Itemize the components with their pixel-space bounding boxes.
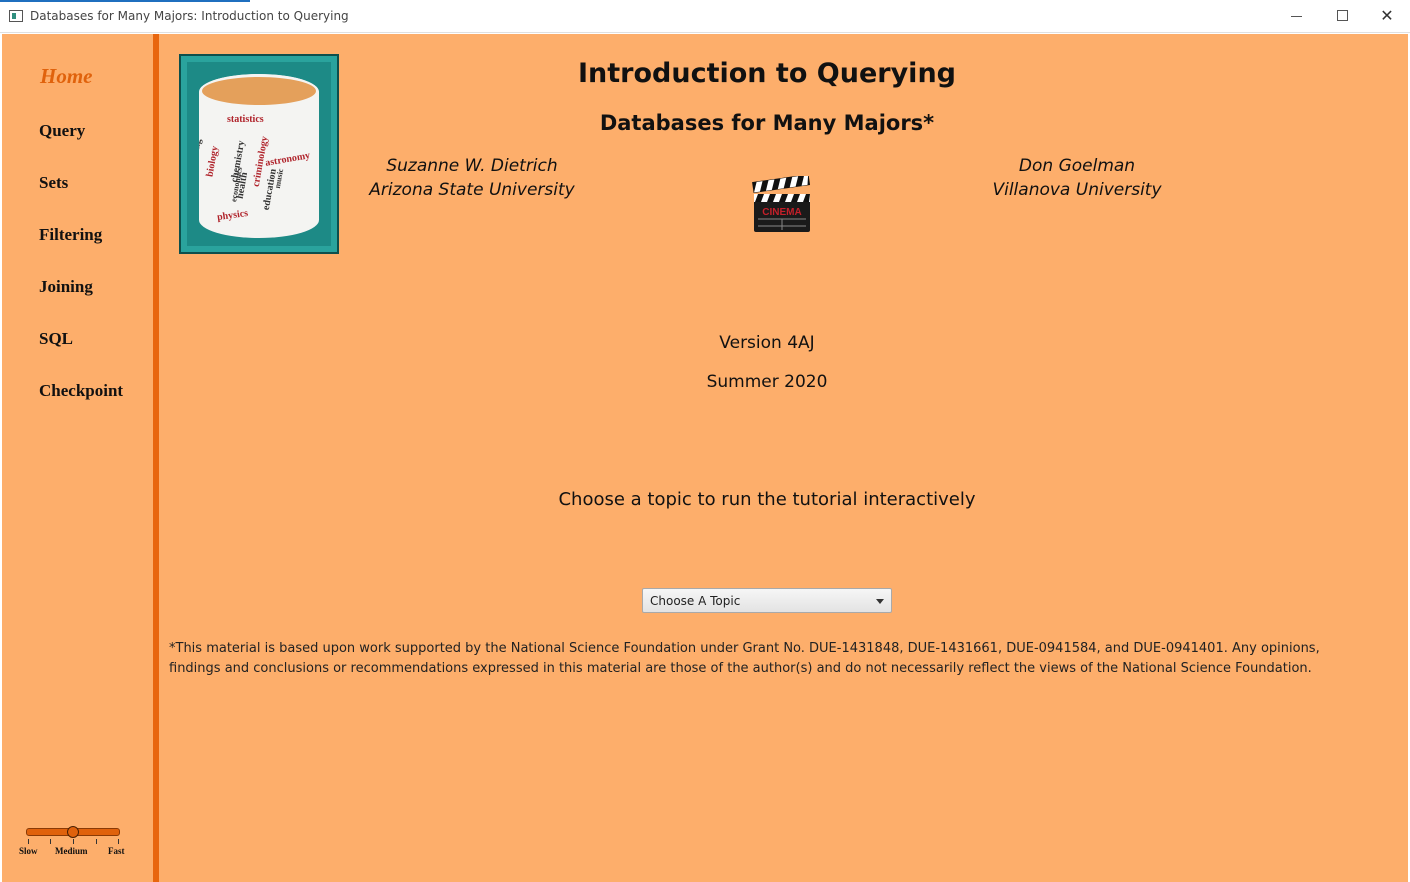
sidebar-item-home[interactable]: Home [40,64,93,89]
sidebar-divider [153,34,159,882]
topic-prompt: Choose a topic to run the tutorial inter… [558,489,976,510]
slider-label-slow: Slow [19,846,38,856]
slider-tick [118,839,119,844]
topic-select-value: Choose A Topic [650,594,741,608]
slider-tick [73,839,74,844]
logo-word: physics [216,207,249,224]
logo-word: music [272,167,286,190]
clapper-text: CINEMA [762,207,801,218]
speed-slider[interactable]: Slow Medium Fast [18,826,128,866]
window-titlebar: Databases for Many Majors: Introduction … [0,0,1410,33]
page-title: Introduction to Querying [578,58,956,89]
author-affiliation: Villanova University [992,180,1162,200]
slider-tick [50,839,51,844]
close-icon: ✕ [1380,6,1394,25]
sidebar: Home Query Sets Filtering Joining SQL Ch… [2,34,153,882]
app-icon [9,10,23,22]
minimize-icon [1291,16,1302,17]
app-content: Home Query Sets Filtering Joining SQL Ch… [2,34,1408,882]
slider-label-fast: Fast [108,846,125,856]
window-title: Databases for Many Majors: Introduction … [30,9,349,23]
author-affiliation: Arizona State University [369,180,575,200]
logo-word: astronomy [264,150,311,169]
sidebar-item-filtering[interactable]: Filtering [39,225,102,245]
page-subtitle: Databases for Many Majors* [599,111,935,135]
release-date: Summer 2020 [706,372,828,392]
funding-footnote: *This material is based upon work suppor… [169,641,1320,676]
sidebar-item-joining[interactable]: Joining [39,277,93,297]
maximize-button[interactable] [1319,0,1365,32]
sidebar-item-sets[interactable]: Sets [39,173,68,193]
topic-select[interactable]: Choose A Topic [642,588,892,613]
chevron-down-icon [876,599,884,604]
author-left: Suzanne W. Dietrich Arizona State Univer… [362,154,582,202]
sidebar-item-query[interactable]: Query [39,121,85,141]
author-name: Don Goelman [1018,156,1136,176]
logo-word: biology [204,145,221,178]
author-name: Suzanne W. Dietrich [386,156,558,176]
titlebar-accent [0,0,250,2]
minimize-button[interactable] [1274,0,1320,32]
clapperboard-icon[interactable]: CINEMA [752,176,812,234]
sidebar-item-sql[interactable]: SQL [39,329,73,349]
author-right: Don Goelman Villanova University [967,154,1187,202]
slider-label-medium: Medium [55,846,88,856]
maximize-icon [1337,10,1348,21]
slider-thumb[interactable] [67,826,79,838]
version-label: Version 4AJ [719,333,815,353]
logo-word: engineering [199,137,204,190]
logo-can: statistics astronomy criminology chemist… [199,74,319,238]
slider-tick [96,839,97,844]
slider-tick [28,839,29,844]
close-button[interactable]: ✕ [1364,0,1410,32]
sidebar-item-checkpoint[interactable]: Checkpoint [39,381,123,401]
